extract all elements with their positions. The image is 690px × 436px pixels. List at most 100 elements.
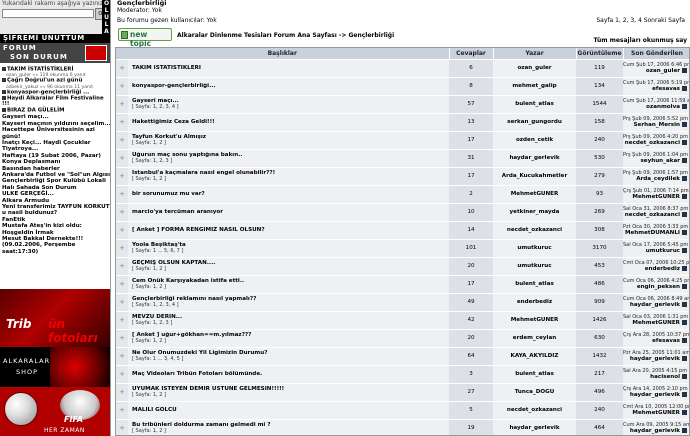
author-link[interactable]: Tunca_DOGU [515,389,555,395]
last-post-author-link[interactable]: ozanmolva [646,104,680,110]
topic-link[interactable]: [ Anket ] FORMA RENGİMİZ NASIL OLSUN? [132,227,449,233]
topic-link[interactable]: TAKIM İSTATİSTİKLERİ [132,65,449,71]
news-link[interactable]: Mustafa Ateş'in kizi oldu: Hoşgeldin İrm… [0,223,110,236]
goto-last-post-icon[interactable] [682,284,687,289]
author-link[interactable]: mehmet_galip [512,83,556,89]
topic-pages[interactable]: [ Sayfa: 1, 2, 3, 4 ] [132,104,449,110]
last-post-author-link[interactable]: efesavas [652,86,680,92]
new-topic-button[interactable]: new topic [118,28,172,48]
author-link[interactable]: bulent_atlas [515,371,554,377]
author-link[interactable]: ozan_guler [517,65,551,71]
author-link[interactable]: bulent_atlas [515,281,554,287]
last-post-author-link[interactable]: MehmetGUNER [632,410,680,416]
tribune-photos-banner[interactable]: Trib ün fotoları [0,289,110,347]
author-link[interactable]: erdem_ceylan [513,335,556,341]
last-post-author-link[interactable]: Arda_ceydilek [636,176,680,182]
goto-last-post-icon[interactable] [682,392,687,397]
author-link[interactable]: MehmetGUNER [511,191,559,197]
goto-last-post-icon[interactable] [682,176,687,181]
goto-last-post-icon[interactable] [682,320,687,325]
topic-link[interactable]: Maç Videoları Tribün Fotoları bölümünde. [132,371,449,377]
last-post-author-link[interactable]: umutkuruc [646,248,680,254]
author-link[interactable]: KAYA_AKYILDIZ [511,353,559,359]
last-post-author-link[interactable]: haydar_gerlevik [630,302,680,308]
last-post-author-link[interactable]: haydar_gerlevik [630,428,680,434]
author-link[interactable]: MehmetGUNER [511,317,559,323]
author-link[interactable]: umutkuruc [517,245,551,251]
author-link[interactable]: Arda_Kucukahmetler [502,173,567,179]
last-post-author-link[interactable]: engin_peksen [637,284,680,290]
topic-pages[interactable]: [ Sayfa: 1, 2 ] [132,284,449,290]
goto-last-post-icon[interactable] [682,356,687,361]
forgot-password-link[interactable]: ŞİFREMİ UNUTTUM [0,34,110,43]
goto-last-post-icon[interactable] [682,230,687,235]
topic-pages[interactable]: [ Sayfa: 1, 2 ] [132,428,449,434]
shop-banner[interactable]: ALKARALAR SHOP [0,347,110,387]
news-link[interactable]: Yeni transferimiz TAYFUN KORKUT u nasil … [0,204,110,217]
news-link[interactable]: Haftaya (19 Subat 2006, Pazar) Konya Dep… [0,153,110,166]
last-post-author-link[interactable]: haydar_gerlevik [630,356,680,362]
author-link[interactable]: serkan_gungordu [507,119,562,125]
goto-last-post-icon[interactable] [682,68,687,73]
author-link[interactable]: haydar_gerlevik [509,425,559,431]
topic-link[interactable]: Hakettiğimiz Ceza Geldi!!! [132,119,449,125]
author-link[interactable]: enderbediz [517,299,552,305]
last-post-author-link[interactable]: Serhan_Mersin [634,122,680,128]
news-link[interactable]: İnatçı Keçi... Haydi Çocuklar Tiyatroya.… [0,140,110,153]
author-link[interactable]: ozden_cetik [516,137,553,143]
last-post-author-link[interactable]: enderbediz [645,266,680,272]
goto-last-post-icon[interactable] [682,428,687,434]
goto-last-post-icon[interactable] [682,158,687,163]
topic-pages[interactable]: [ Sayfa: 1, 2 ] [132,266,449,272]
topic-link[interactable]: MALİLİ GOLCÜ [132,407,449,413]
goto-last-post-icon[interactable] [682,122,687,127]
goto-last-post-icon[interactable] [682,302,687,307]
captcha-input[interactable] [2,9,94,18]
pagination[interactable]: Sayfa 1, 2, 3, 4 Sonraki Sayfa [596,17,685,24]
topic-pages[interactable]: [ Sayfa: 1, 2, 3 ] [132,320,449,326]
goto-last-post-icon[interactable] [682,248,687,253]
author-link[interactable]: haydar_gerlevik [509,155,559,161]
goto-last-post-icon[interactable] [682,212,687,217]
goto-last-post-icon[interactable] [682,374,687,379]
topic-pages[interactable]: [ Sayfa: 1, 2, 3 ] [132,158,449,164]
last-post-author-link[interactable]: ozan_guler [646,68,680,74]
mark-all-read-link[interactable]: Tüm mesajları okunmuş say [593,37,687,44]
breadcrumb[interactable]: Alkaralar Dinlenme Tesisları Forum Ana S… [177,32,394,39]
goto-last-post-icon[interactable] [682,410,687,415]
author-link[interactable]: yetkiner_mayda [510,209,560,215]
fifa-banner[interactable]: FIFA HER ZAMAN [0,387,110,436]
topic-pages[interactable]: [ Sayfa: 1, 2 ] [132,392,449,398]
goto-last-post-icon[interactable] [682,86,687,91]
last-post-author-link[interactable]: seyhun_akar [640,158,680,164]
last-post-author-link[interactable]: hacisenol [650,374,680,380]
last-post-author-link[interactable]: necdet_ozkazanci [625,140,680,146]
goto-last-post-icon[interactable] [682,104,687,109]
last-post-author-link[interactable]: necdet_ozkazanci [625,212,680,218]
topic-link[interactable]: konyaspor-gençlerbirliği... [132,83,449,89]
last-post-author-link[interactable]: efesavas [652,338,680,344]
topic-pages[interactable]: [ Sayfa: 1, 2 ] [132,140,449,146]
author-link[interactable]: bulent_atlas [515,101,554,107]
author-link[interactable]: necdet_ozkazanci [507,407,562,413]
news-link[interactable]: Hacettepe Üniversitesinin azi günü! [0,127,110,140]
topic-pages[interactable]: [ Sayfa: 1 ... 5, 6, 7 ] [132,248,449,254]
last-post-author-link[interactable]: MehmetGUNER [632,320,680,326]
topic-pages[interactable]: [ Sayfa: 1, 2, 3, 4 ] [132,302,449,308]
goto-last-post-icon[interactable] [682,338,687,343]
topic-pages[interactable]: [ Sayfa: 1, 2 ] [132,338,449,344]
topic-link[interactable]: marcio'ya tercüman aranıyor [132,209,449,215]
last-post-author-link[interactable]: MehmetDUMANLI [625,230,680,236]
goto-last-post-icon[interactable] [682,140,687,145]
last-post-author-link[interactable]: haydar_gerlevik [630,392,680,398]
goto-last-post-icon[interactable] [682,194,687,199]
goto-last-post-icon[interactable] [682,266,687,271]
news-link[interactable]: Mesut Bakkal Dernekte!!! (09.02.2006, Pe… [0,236,110,255]
author-link[interactable]: necdet_ozkazanci [507,227,562,233]
news-link[interactable]: Gençlerbirliği Spor Kulübü Lokali Halı S… [0,178,110,191]
topic-link[interactable]: bir sorunumuz mu var? [132,191,449,197]
topic-pages[interactable]: [ Sayfa: 1 ... 3, 4, 5 ] [132,356,449,362]
topic-pages[interactable]: [ Sayfa: 1, 2 ] [132,176,449,182]
author-link[interactable]: umutkuruc [517,263,551,269]
forum-title[interactable]: Gençlerbirliği [117,0,167,7]
